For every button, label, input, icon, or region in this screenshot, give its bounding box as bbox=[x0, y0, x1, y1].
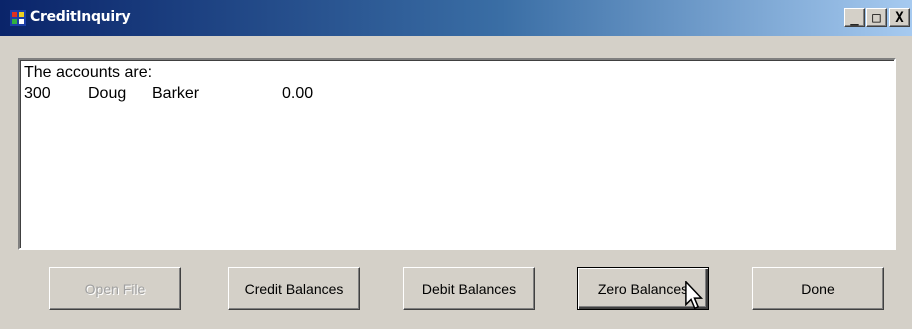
open-file-button[interactable]: Open File bbox=[49, 267, 181, 310]
account-row: 300 Doug Barker 0.00 bbox=[24, 85, 313, 193]
close-button[interactable]: X bbox=[889, 8, 910, 27]
output-heading: The accounts are: bbox=[24, 64, 153, 81]
debit-balances-button[interactable]: Debit Balances bbox=[403, 267, 535, 310]
credit-inquiry-window: CreditInquiry _ □ X The accounts are: 30… bbox=[0, 0, 912, 329]
window-app-icon[interactable] bbox=[10, 10, 26, 26]
last-name: Barker bbox=[152, 85, 200, 102]
first-name: Doug bbox=[88, 85, 127, 102]
title-bar[interactable]: CreditInquiry _ □ X bbox=[0, 0, 912, 36]
maximize-icon: □ bbox=[872, 9, 881, 26]
account-balance: 0.00 bbox=[282, 85, 314, 102]
zero-balances-label: Zero Balances bbox=[597, 280, 689, 297]
maximize-button[interactable]: □ bbox=[866, 8, 887, 27]
minimize-icon: _ bbox=[850, 9, 859, 26]
done-label: Done bbox=[801, 280, 835, 297]
done-button[interactable]: Done bbox=[752, 267, 884, 310]
minimize-button[interactable]: _ bbox=[844, 8, 865, 27]
arrow-cursor-icon bbox=[685, 281, 704, 309]
account-number: 300 bbox=[24, 85, 51, 102]
output-textbox[interactable]: The accounts are: 300 Doug Barker 0.00 bbox=[18, 58, 896, 250]
window-title: CreditInquiry bbox=[30, 9, 131, 25]
close-icon: X bbox=[895, 9, 904, 26]
credit-balances-label: Credit Balances bbox=[244, 280, 344, 297]
credit-balances-button[interactable]: Credit Balances bbox=[228, 267, 360, 310]
open-file-label: Open File bbox=[84, 280, 146, 297]
debit-balances-label: Debit Balances bbox=[421, 280, 517, 297]
